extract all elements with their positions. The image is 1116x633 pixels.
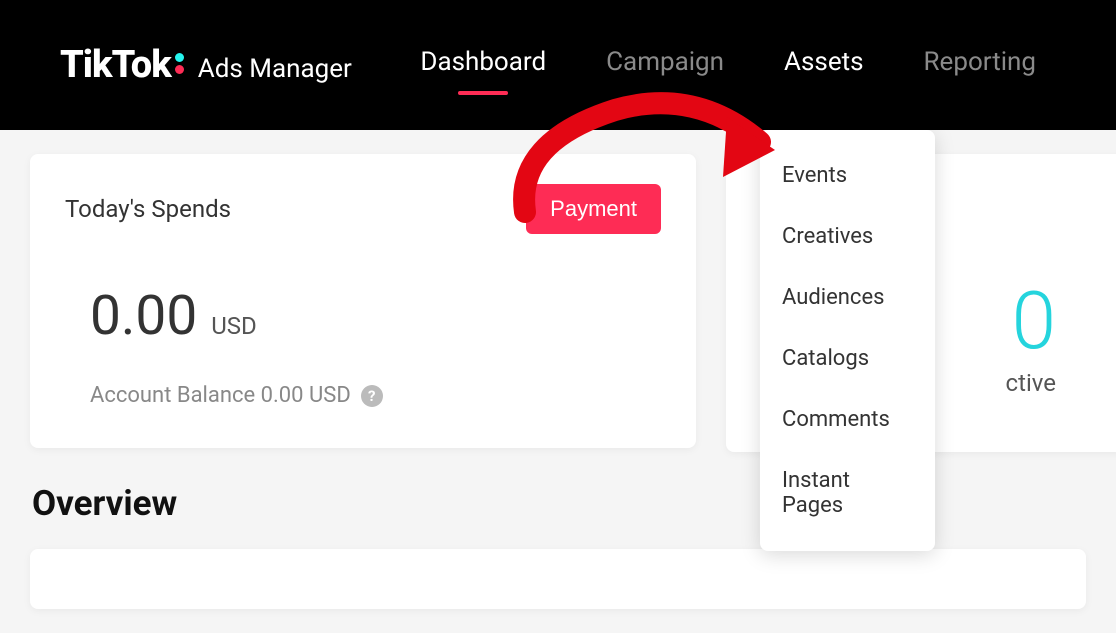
todays-spends-card: Today's Spends Payment 0.00 USD Account … bbox=[30, 154, 696, 448]
stat-label: ctive bbox=[1006, 369, 1056, 397]
nav: Dashboard Campaign Assets Reporting bbox=[420, 47, 1036, 83]
nav-reporting[interactable]: Reporting bbox=[924, 47, 1036, 83]
spends-title: Today's Spends bbox=[65, 195, 231, 223]
spend-amount-row: 0.00 USD bbox=[90, 284, 661, 348]
dropdown-item-catalogs[interactable]: Catalogs bbox=[760, 328, 935, 389]
nav-campaign[interactable]: Campaign bbox=[606, 47, 724, 83]
stat-number: 0 bbox=[1012, 274, 1056, 368]
balance-row: Account Balance 0.00 USD ? bbox=[90, 383, 661, 408]
help-icon[interactable]: ? bbox=[361, 385, 383, 407]
spend-currency: USD bbox=[211, 312, 257, 340]
nav-assets[interactable]: Assets bbox=[784, 47, 864, 83]
dropdown-item-audiences[interactable]: Audiences bbox=[760, 267, 935, 328]
nav-dashboard[interactable]: Dashboard bbox=[420, 47, 546, 83]
overview-card bbox=[30, 549, 1086, 609]
logo-text: TikTok bbox=[60, 43, 171, 87]
dropdown-item-creatives[interactable]: Creatives bbox=[760, 206, 935, 267]
payment-button[interactable]: Payment bbox=[526, 184, 661, 234]
logo-colon-icon bbox=[175, 53, 184, 74]
spend-amount: 0.00 bbox=[90, 284, 197, 348]
dropdown-item-instant-pages[interactable]: Instant Pages bbox=[760, 450, 935, 536]
logo-subtitle: Ads Manager bbox=[198, 54, 352, 84]
logo-tiktok: TikTok bbox=[60, 43, 190, 87]
header: TikTok Ads Manager Dashboard Campaign As… bbox=[0, 0, 1116, 130]
content-area: Today's Spends Payment 0.00 USD Account … bbox=[0, 130, 1116, 633]
assets-dropdown: Events Creatives Audiences Catalogs Comm… bbox=[760, 130, 935, 551]
dropdown-item-comments[interactable]: Comments bbox=[760, 389, 935, 450]
balance-text: Account Balance 0.00 USD bbox=[90, 383, 351, 408]
spends-card-header: Today's Spends Payment bbox=[65, 184, 661, 234]
dropdown-item-events[interactable]: Events bbox=[760, 145, 935, 206]
logo-section: TikTok Ads Manager bbox=[60, 43, 352, 87]
